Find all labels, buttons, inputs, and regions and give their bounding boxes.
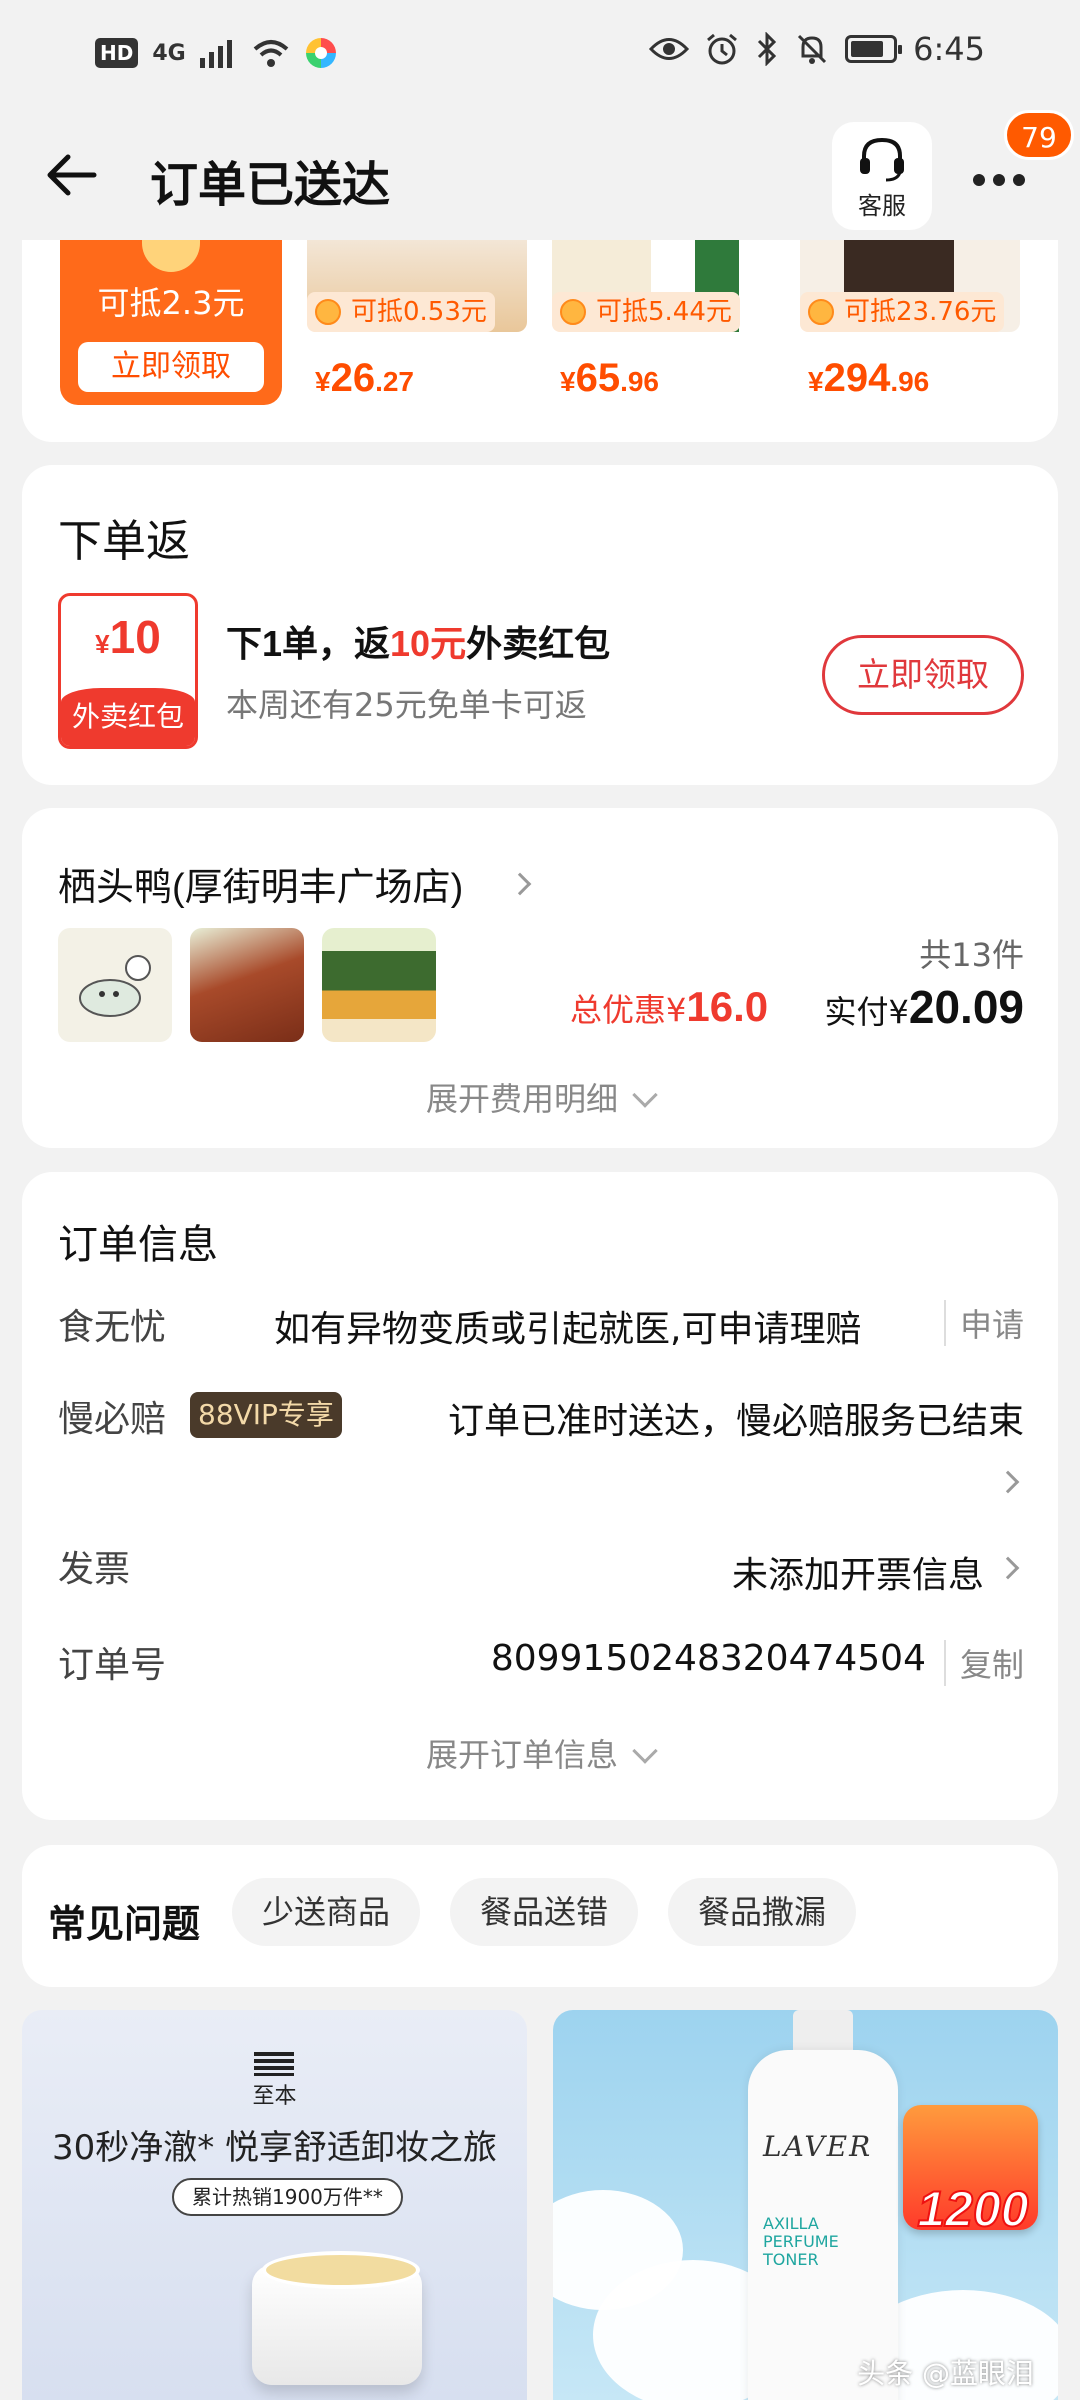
ad-headline: 30秒净澈* 悦享舒适卸妆之旅	[51, 2128, 498, 2168]
watermark: 头条 @蓝眼泪	[857, 2357, 1034, 2390]
faq-card: 常见问题 少送商品 餐品送错 餐品撒漏	[22, 1845, 1058, 1987]
paid-amount: 实付¥20.09	[824, 981, 1025, 1033]
bluetooth-icon	[758, 32, 777, 66]
battery-icon	[845, 35, 903, 63]
food-thumbnail	[190, 928, 304, 1042]
chevron-down-icon	[632, 1738, 658, 1764]
coupon-strip: 可抵2.3元 立即领取 可抵0.53元 ¥26.27 可抵5.44元 ¥65.9…	[22, 240, 1058, 442]
faq-chip[interactable]: 少送商品	[232, 1878, 421, 1946]
deduct-tag: 可抵5.44元	[552, 292, 740, 332]
info-label: 食无忧	[58, 1307, 167, 1348]
food-thumbnail	[322, 928, 436, 1042]
coupon-deduct-text: 可抵2.3元	[97, 284, 245, 322]
deduct-tag: 可抵23.76元	[800, 292, 1005, 332]
order-return-card: 下单返 ¥10 外卖红包 下1单，返10元外卖红包 本周还有25元免单卡可返 立…	[22, 465, 1058, 785]
chevron-right-icon[interactable]	[508, 872, 532, 896]
info-label: 慢必赔	[58, 1399, 167, 1440]
alarm-icon	[707, 33, 738, 65]
return-subtext: 本周还有25元免单卡可返	[226, 686, 587, 724]
notification-badge: 79	[1004, 110, 1074, 160]
return-headline: 下1单，返10元外卖红包	[226, 623, 611, 664]
status-right: 6:45	[649, 30, 985, 68]
info-label: 订单号	[58, 1645, 167, 1686]
status-bar: HD 4G 6:45	[0, 0, 1080, 110]
customer-service-label: 客服	[858, 192, 906, 220]
expand-order-info[interactable]: 展开订单信息	[22, 1730, 1058, 1776]
product-card[interactable]: 可抵0.53元 ¥26.27	[307, 240, 527, 405]
more-options-button[interactable]	[965, 160, 1035, 200]
more-dot-icon	[993, 174, 1005, 186]
apply-claim-link[interactable]: 申请	[943, 1300, 1024, 1346]
header: 订单已送达 客服 79	[0, 110, 1080, 240]
chevron-right-icon[interactable]	[996, 1470, 1020, 1494]
product-card[interactable]: 可抵23.76元 ¥294.96	[800, 240, 1020, 405]
section-title: 下单返	[58, 517, 190, 566]
promo-value: 1200	[916, 2180, 1029, 2238]
signal-icon	[199, 40, 232, 68]
eye-icon	[649, 38, 690, 60]
product-jar-image	[252, 2251, 422, 2385]
faq-chip[interactable]: 餐品送错	[450, 1878, 639, 1946]
product-price: ¥65.96	[560, 356, 660, 400]
ad-sales-pill: 累计热销1900万件**	[172, 2178, 403, 2216]
chevron-right-icon[interactable]	[996, 1556, 1020, 1580]
claim-coupon-button[interactable]: 立即领取	[78, 342, 264, 392]
red-packet-label: 外卖红包	[61, 688, 195, 746]
copy-button[interactable]: 复制	[943, 1640, 1024, 1686]
invoice-value[interactable]: 未添加开票信息	[732, 1546, 984, 1598]
ad-brand: 至本	[252, 2084, 297, 2109]
network-indicator: 4G	[152, 40, 186, 66]
red-packet-amount: ¥10	[95, 611, 161, 663]
more-dot-icon	[973, 174, 985, 186]
info-label: 发票	[58, 1549, 131, 1590]
order-number: 8099150248320474504	[490, 1638, 926, 1679]
coin-icon	[315, 299, 341, 325]
product-price: ¥26.27	[315, 356, 415, 400]
ad-card-toner[interactable]: LAVER AXILLA PERFUME TONER 1200 头条 @蓝眼泪	[553, 2010, 1058, 2400]
chevron-down-icon	[632, 1082, 658, 1108]
mute-icon	[798, 34, 827, 64]
coin-icon	[142, 240, 200, 272]
bottle-subtitle: AXILLA PERFUME TONER	[763, 2214, 839, 2269]
product-price: ¥294.96	[808, 356, 930, 400]
claim-return-button[interactable]: 立即领取	[822, 635, 1024, 715]
expand-fee-details[interactable]: 展开费用明细	[22, 1074, 1058, 1120]
coin-icon	[560, 299, 586, 325]
total-discount: 总优惠¥16.0	[570, 983, 769, 1030]
vip-badge: 88VIP专享	[190, 1392, 342, 1438]
red-packet: ¥10 外卖红包	[58, 593, 198, 749]
store-card: 栖头鸭(厚街明丰广场店) 共13件 总优惠¥16.0 实付¥20.09 展开费用…	[22, 808, 1058, 1148]
back-arrow-icon[interactable]	[42, 145, 102, 205]
info-value: 如有异物变质或引起就医,可申请理赔	[274, 1309, 862, 1350]
coin-icon	[808, 299, 834, 325]
product-card[interactable]: 可抵5.44元 ¥65.96	[552, 240, 772, 405]
bottle-brand: LAVER	[763, 2130, 873, 2163]
status-time: 6:45	[913, 30, 985, 68]
faq-title: 常见问题	[48, 1904, 201, 1946]
status-left: HD 4G	[95, 36, 338, 70]
brand-logo	[254, 2052, 294, 2076]
coupon-card: 可抵2.3元 立即领取	[60, 240, 282, 405]
headset-icon	[860, 137, 904, 182]
ad-card-makeup-remover[interactable]: 至本 30秒净澈* 悦享舒适卸妆之旅 累计热销1900万件**	[22, 2010, 527, 2400]
page-title: 订单已送达	[150, 159, 391, 212]
wifi-icon	[253, 40, 289, 67]
hd-indicator: HD	[95, 38, 139, 68]
app-notification-icon	[305, 38, 336, 68]
store-name[interactable]: 栖头鸭(厚街明丰广场店)	[58, 856, 463, 911]
section-title: 订单信息	[58, 1223, 218, 1267]
order-info-card: 订单信息 食无忧 如有异物变质或引起就医,可申请理赔 申请 慢必赔 88VIP专…	[22, 1172, 1058, 1820]
more-dot-icon	[1013, 174, 1025, 186]
food-thumbnail	[58, 928, 172, 1042]
customer-service-button[interactable]: 客服	[832, 122, 932, 230]
item-count: 共13件	[919, 936, 1024, 974]
info-value: 订单已准时送达，慢必赔服务已结束	[447, 1401, 1024, 1442]
deduct-tag: 可抵0.53元	[307, 292, 495, 332]
faq-chip[interactable]: 餐品撒漏	[668, 1878, 857, 1946]
